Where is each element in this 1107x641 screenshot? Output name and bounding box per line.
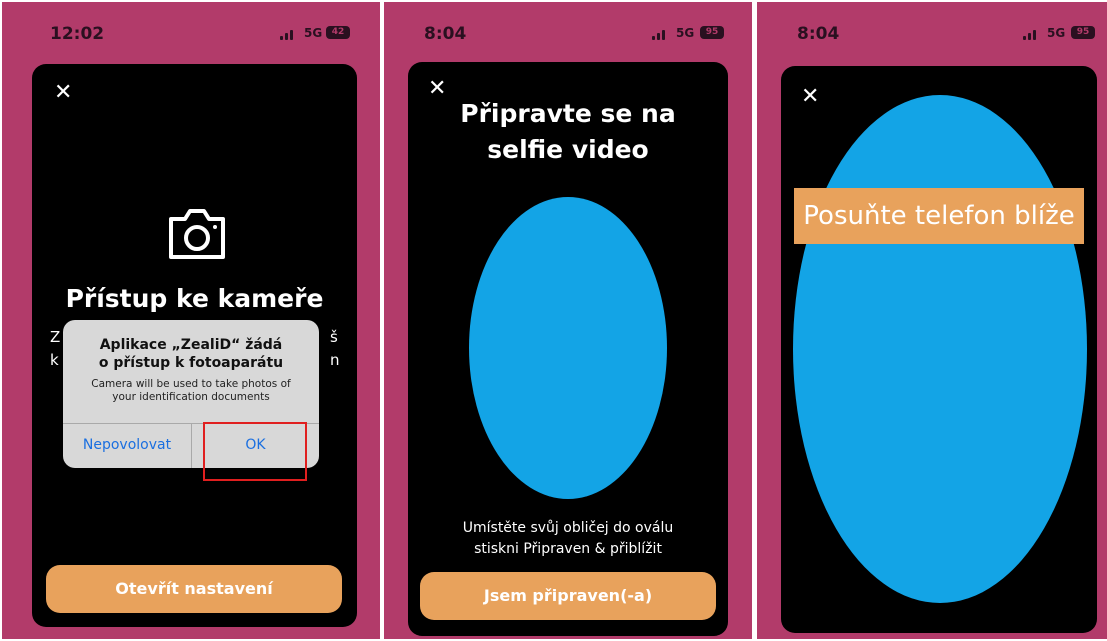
page-title-line: selfie video bbox=[487, 135, 649, 164]
status-time: 8:04 bbox=[424, 24, 467, 44]
signal-icon bbox=[652, 28, 670, 40]
dialog-message-line: Camera will be used to take photos of bbox=[91, 378, 291, 390]
open-settings-button[interactable]: Otevřít nastavení bbox=[46, 565, 342, 613]
face-oval bbox=[793, 95, 1087, 603]
dialog-message: Camera will be used to take photos of yo… bbox=[75, 378, 307, 404]
panel-move-closer: 8:04 5G 95 ✕ Posuňte telefon blíže bbox=[757, 2, 1107, 639]
dialog-title: Aplikace „ZealiD“ žádá o přístup k fotoa… bbox=[73, 336, 309, 372]
close-icon[interactable]: ✕ bbox=[54, 82, 72, 104]
instruction-line: stiskni Připraven & přiblížit bbox=[474, 541, 662, 557]
network-label: 5G bbox=[1047, 26, 1066, 40]
status-bar: 8:04 5G 95 bbox=[384, 2, 752, 62]
panel-selfie-prepare: 8:04 5G 95 ✕ Připravte se na selfie vide… bbox=[384, 2, 752, 639]
deny-button[interactable]: Nepovolovat bbox=[63, 423, 191, 468]
dialog-message-line: your identification documents bbox=[112, 391, 270, 403]
face-oval bbox=[469, 197, 667, 499]
app-screen: ✕ Připravte se na selfie video Umístěte … bbox=[408, 62, 728, 636]
battery-icon: 95 bbox=[1071, 26, 1095, 39]
page-title: Připravte se na selfie video bbox=[408, 96, 728, 168]
camera-icon bbox=[169, 209, 225, 259]
signal-icon bbox=[1023, 28, 1041, 40]
instruction-line: Umístěte svůj obličej do oválu bbox=[462, 520, 674, 536]
battery-icon: 95 bbox=[700, 26, 724, 39]
body-text-fragment: n bbox=[330, 351, 340, 369]
status-bar: 12:02 5G 42 bbox=[2, 2, 380, 62]
body-text-fragment: š bbox=[330, 328, 338, 346]
move-closer-banner: Posuňte telefon blíže bbox=[794, 188, 1084, 244]
body-text-fragment: k bbox=[50, 351, 59, 369]
panel-camera-access: 12:02 5G 42 ✕ Přístup ke kameře Z k š n … bbox=[2, 2, 380, 639]
page-title-line: Připravte se na bbox=[460, 99, 676, 128]
battery-icon: 42 bbox=[326, 26, 350, 39]
dialog-title-line: Aplikace „ZealiD“ žádá bbox=[99, 337, 283, 353]
highlight-box bbox=[203, 422, 307, 481]
network-label: 5G bbox=[676, 26, 695, 40]
app-screen: ✕ Posuňte telefon blíže bbox=[781, 66, 1097, 633]
signal-icon bbox=[280, 28, 298, 40]
dialog-title-line: o přístup k fotoaparátu bbox=[98, 355, 284, 371]
page-title: Přístup ke kameře bbox=[65, 284, 324, 313]
status-time: 12:02 bbox=[50, 24, 105, 44]
instruction-text: Umístěte svůj obličej do oválu stiskni P… bbox=[408, 518, 728, 560]
status-bar: 8:04 5G 95 bbox=[757, 2, 1107, 62]
ready-button[interactable]: Jsem připraven(-a) bbox=[420, 572, 716, 620]
network-label: 5G bbox=[304, 26, 323, 40]
body-text-fragment: Z bbox=[50, 328, 61, 346]
status-time: 8:04 bbox=[797, 24, 840, 44]
